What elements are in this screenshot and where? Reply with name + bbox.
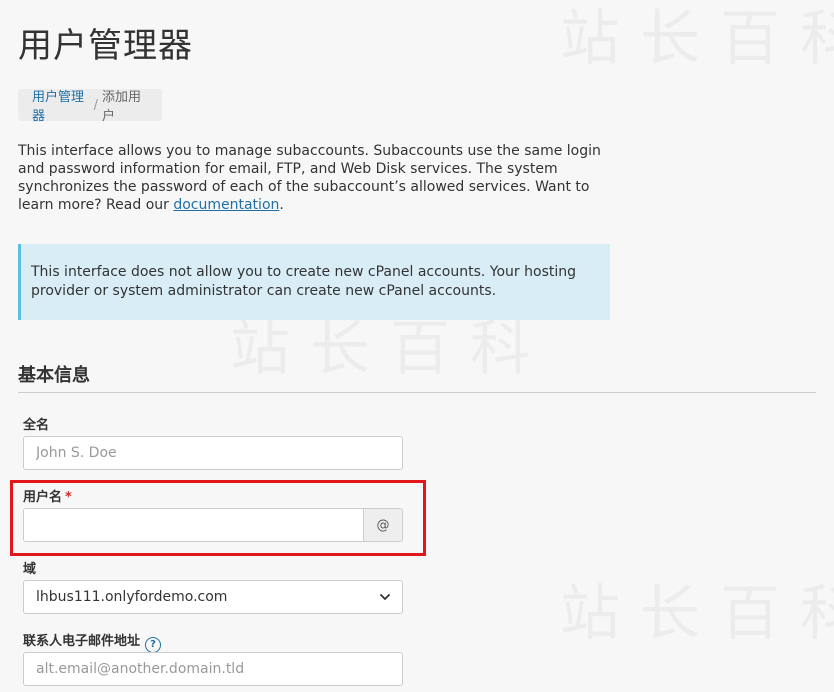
breadcrumb: 用户管理器 / 添加用户 (18, 86, 162, 124)
contact-email-label: 联系人电子邮件地址? (23, 630, 162, 653)
contact-email-input[interactable] (23, 652, 403, 686)
page-title: 用户管理器 (18, 26, 193, 66)
section-divider (18, 392, 816, 393)
full-name-input[interactable] (23, 436, 403, 470)
watermark: 站长百科 (560, 565, 834, 652)
domain-select-value: lhbus111.onlyfordemo.com (36, 589, 228, 605)
username-label-text: 用户名 (23, 490, 63, 505)
required-asterisk: * (65, 490, 72, 505)
alert-text: This interface does not allow you to cre… (31, 264, 577, 299)
domain-label: 域 (23, 562, 37, 577)
full-name-label: 全名 (23, 418, 50, 433)
question-circle-icon[interactable]: ? (145, 636, 162, 653)
watermark: 站长百科 (560, 0, 834, 77)
breadcrumb-link-user-manager[interactable]: 用户管理器 (32, 86, 90, 124)
intro-text: This interface allows you to manage suba… (18, 142, 618, 214)
documentation-link[interactable]: documentation (173, 197, 279, 213)
chevron-down-icon (380, 594, 390, 600)
contact-email-label-text: 联系人电子邮件地址 (23, 634, 141, 649)
username-input[interactable] (24, 509, 363, 541)
username-input-group: @ (23, 508, 403, 542)
domain-select[interactable]: lhbus111.onlyfordemo.com (23, 580, 403, 614)
breadcrumb-separator: / (93, 97, 98, 113)
intro-body: This interface allows you to manage suba… (18, 143, 601, 213)
intro-suffix: . (279, 197, 284, 213)
username-label: 用户名 * (23, 486, 72, 505)
at-sign-addon: @ (363, 509, 402, 541)
section-title-basic-info: 基本信息 (18, 365, 90, 386)
info-alert: This interface does not allow you to cre… (18, 244, 610, 320)
breadcrumb-current: 添加用户 (101, 90, 141, 124)
